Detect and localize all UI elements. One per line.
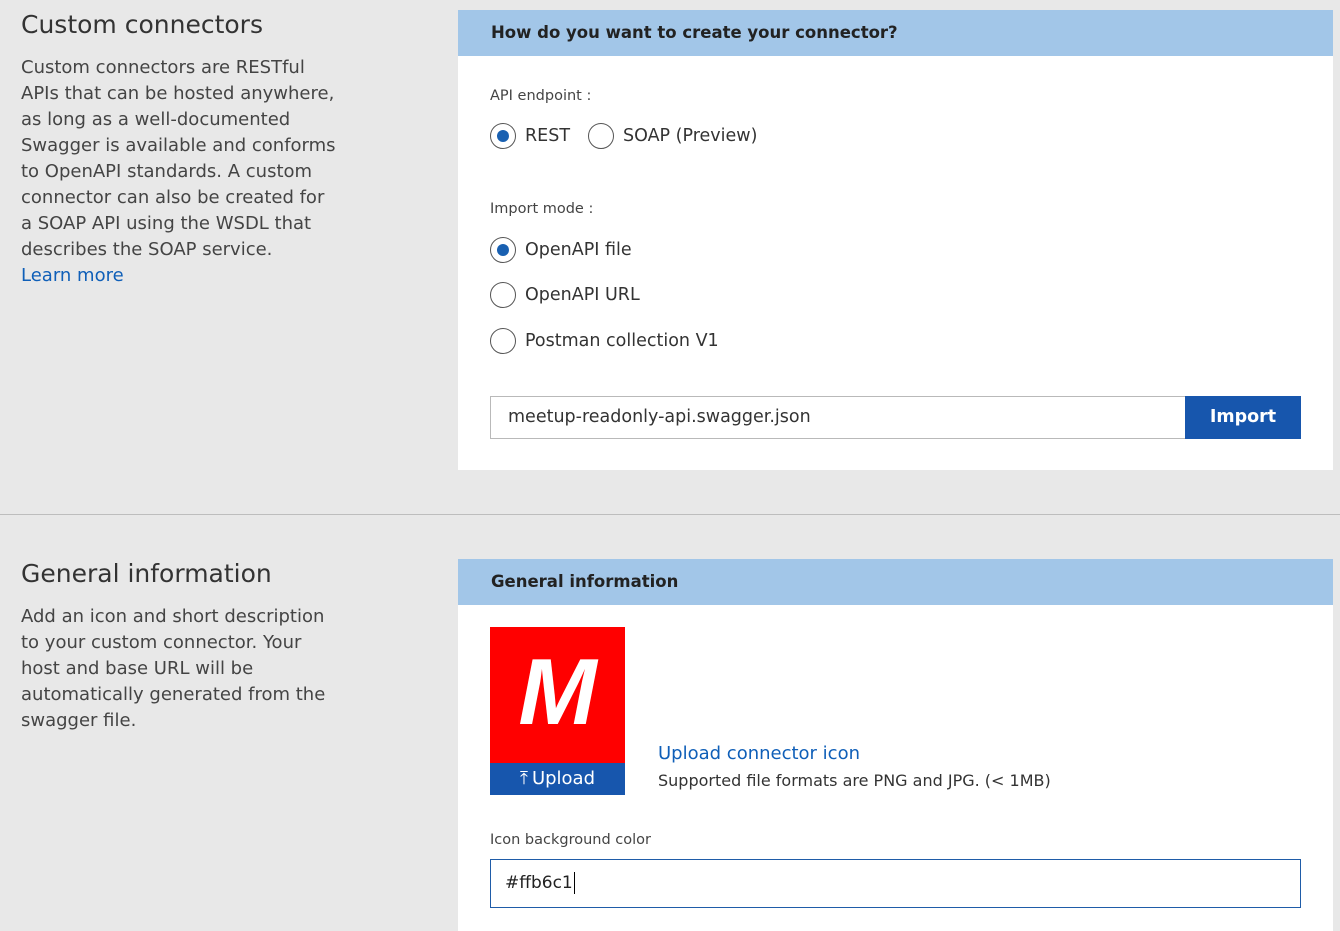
radio-label: Postman collection V1 (525, 331, 719, 351)
connector-icon-preview: M ⤒ Upload (490, 627, 625, 795)
create-connector-card: How do you want to create your connector… (458, 10, 1333, 470)
radio-circle[interactable] (490, 123, 516, 149)
radio-label: SOAP (Preview) (623, 126, 758, 146)
general-information-section: General information Add an icon and shor… (0, 515, 1340, 931)
radio-postman-collection[interactable]: Postman collection V1 (490, 328, 719, 354)
upload-connector-icon-link[interactable]: Upload connector icon (658, 743, 860, 764)
card-header: How do you want to create your connector… (458, 10, 1333, 56)
radio-label: OpenAPI file (525, 240, 632, 260)
general-information-card: General information M ⤒ Upload Upload con… (458, 559, 1333, 931)
section-title: Custom connectors (21, 10, 263, 39)
upload-button[interactable]: ⤒ Upload (490, 763, 625, 795)
upload-note: Supported file formats are PNG and JPG. … (658, 771, 1051, 790)
radio-circle[interactable] (490, 282, 516, 308)
radio-label: REST (525, 126, 571, 146)
text-caret (573, 872, 575, 894)
radio-rest[interactable]: REST (490, 123, 570, 149)
section-description: Custom connectors are RESTful APIs that … (21, 55, 341, 289)
icon-bg-color-label: Icon background color (490, 832, 651, 848)
card-header: General information (458, 559, 1333, 605)
radio-openapi-url[interactable]: OpenAPI URL (490, 282, 640, 308)
radio-circle[interactable] (588, 123, 614, 149)
section-title: General information (21, 559, 272, 588)
description-text: Custom connectors are RESTful APIs that … (21, 57, 336, 260)
radio-circle[interactable] (490, 237, 516, 263)
import-mode-label: Import mode : (490, 201, 594, 217)
import-button[interactable]: Import (1185, 396, 1301, 439)
icon-bg-color-input[interactable]: #ffb6c1 (490, 859, 1301, 908)
radio-soap[interactable]: SOAP (Preview) (588, 123, 757, 149)
radio-circle[interactable] (490, 328, 516, 354)
api-endpoint-label: API endpoint : (490, 88, 592, 104)
icon-bg-color-value: #ffb6c1 (505, 873, 573, 893)
connector-icon-letter: M (518, 639, 597, 744)
section-description: Add an icon and short description to you… (21, 606, 326, 731)
radio-label: OpenAPI URL (525, 285, 640, 305)
radio-openapi-file[interactable]: OpenAPI file (490, 237, 632, 263)
file-input[interactable]: meetup-readonly-api.swagger.json (490, 396, 1186, 439)
upload-button-label: Upload (531, 768, 596, 789)
learn-more-link[interactable]: Learn more (21, 263, 341, 289)
custom-connectors-section: Custom connectors Custom connectors are … (0, 0, 1340, 514)
upload-arrow-icon: ⤒ (519, 768, 528, 789)
